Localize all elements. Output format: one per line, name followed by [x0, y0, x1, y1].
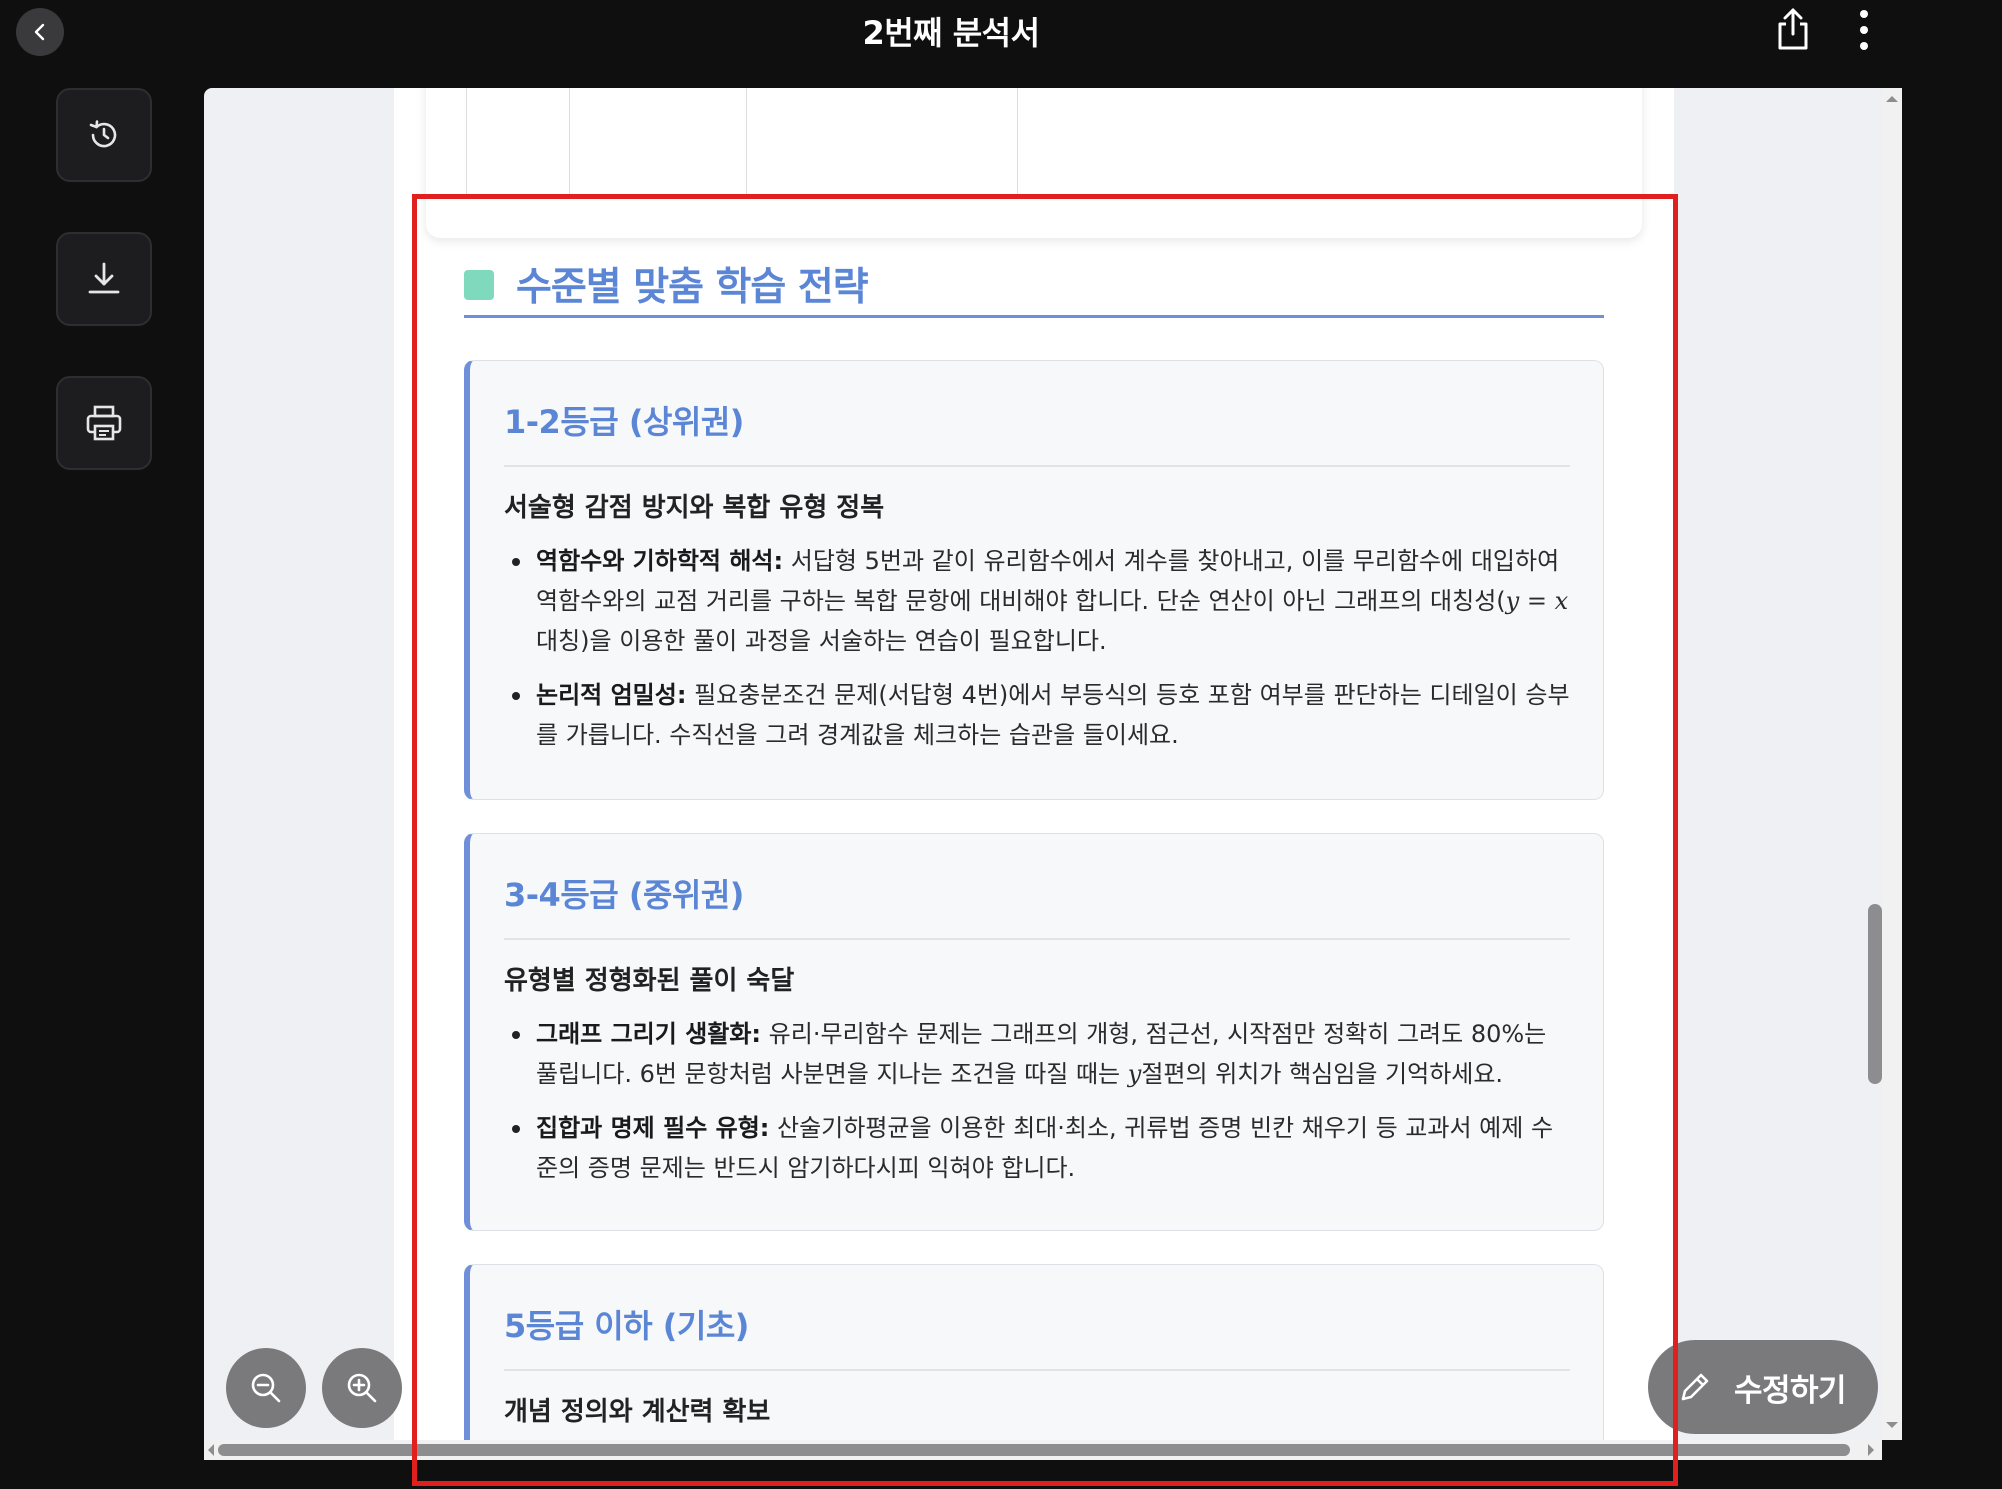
share-button[interactable]	[1772, 6, 1814, 52]
strategy-card-middle: 3-4등급 (중위권) 유형별 정형화된 풀이 숙달 그래프 그리기 생활화: …	[464, 833, 1604, 1231]
zoom-in-icon	[347, 1373, 377, 1403]
bullet-list: 역함수와 기하학적 해석: 서답형 5번과 같이 유리함수에서 계수를 찾아내고…	[504, 541, 1574, 769]
card-subtitle: 서술형 감점 방지와 복합 유형 정복	[504, 493, 885, 523]
horizontal-scrollbar-thumb[interactable]	[218, 1444, 1850, 1456]
window-title: 2번째 분석서	[862, 14, 1040, 52]
edit-button[interactable]: 수정하기	[1648, 1340, 1878, 1434]
scroll-up-arrow-icon	[1886, 96, 1898, 102]
document-viewer[interactable]: 수준별 맞춤 학습 전략 1-2등급 (상위권) 서술형 감점 방지와 복합 유…	[204, 88, 1882, 1440]
edit-button-label: 수정하기	[1734, 1372, 1847, 1409]
printer-icon	[86, 405, 122, 441]
strategy-card-basic: 5등급 이하 (기초) 개념 정의와 계산력 확보	[464, 1264, 1604, 1440]
list-item: 집합과 명제 필수 유형: 산술기하평균을 이용한 최대·최소, 귀류법 증명 …	[504, 1108, 1574, 1188]
more-vertical-icon	[1860, 10, 1868, 50]
share-icon	[1778, 8, 1808, 50]
scroll-right-arrow-icon	[1868, 1444, 1874, 1456]
card-subtitle: 유형별 정형화된 풀이 숙달	[504, 966, 795, 996]
card-title: 1-2등급 (상위권)	[504, 397, 1570, 467]
download-button[interactable]	[56, 232, 152, 326]
history-icon	[89, 120, 117, 148]
section-title: 수준별 맞춤 학습 전략	[516, 265, 869, 310]
zoom-out-icon	[251, 1373, 281, 1403]
card-title: 5등급 이하 (기초)	[504, 1301, 1570, 1371]
history-button[interactable]	[56, 88, 152, 182]
card-subtitle: 개념 정의와 계산력 확보	[504, 1397, 771, 1427]
zoom-in-button[interactable]	[322, 1348, 402, 1428]
scroll-down-arrow-icon	[1886, 1422, 1898, 1428]
zoom-out-button[interactable]	[226, 1348, 306, 1428]
previous-section-card	[426, 88, 1642, 238]
pencil-icon	[1681, 1373, 1709, 1401]
list-item: 논리적 엄밀성: 필요충분조건 문제(서답형 4번)에서 부등식의 등호 포함 …	[504, 675, 1574, 755]
document-page: 수준별 맞춤 학습 전략 1-2등급 (상위권) 서술형 감점 방지와 복합 유…	[394, 88, 1674, 1440]
section-marker-icon	[464, 270, 494, 300]
card-title: 3-4등급 (중위권)	[504, 870, 1570, 940]
download-icon	[88, 262, 120, 294]
section-header: 수준별 맞춤 학습 전략	[464, 248, 1604, 318]
top-bar: 2번째 분석서	[0, 0, 2002, 58]
print-button[interactable]	[56, 376, 152, 470]
list-item: 그래프 그리기 생활화: 유리·무리함수 문제는 그래프의 개형, 점근선, 시…	[504, 1014, 1574, 1094]
scroll-left-arrow-icon	[208, 1444, 214, 1456]
more-options-button[interactable]	[1852, 8, 1876, 52]
strategy-card-top: 1-2등급 (상위권) 서술형 감점 방지와 복합 유형 정복 역함수와 기하학…	[464, 360, 1604, 800]
list-item: 역함수와 기하학적 해석: 서답형 5번과 같이 유리함수에서 계수를 찾아내고…	[504, 541, 1574, 661]
vertical-scrollbar-thumb[interactable]	[1868, 904, 1882, 1084]
vertical-scrollbar-track[interactable]	[1882, 88, 1902, 1440]
bullet-list: 그래프 그리기 생활화: 유리·무리함수 문제는 그래프의 개형, 점근선, 시…	[504, 1014, 1574, 1202]
